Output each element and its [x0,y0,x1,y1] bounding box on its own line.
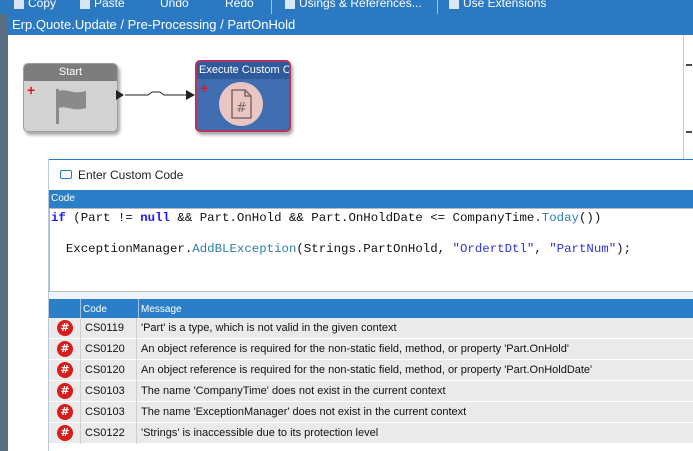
icon-column-header [49,299,80,318]
code-editor[interactable]: if (Part != null && Part.OnHold && Part.… [49,208,693,292]
error-icon: # [57,383,73,399]
error-message: The name 'CompanyTime' does not exist in… [141,385,446,397]
flow-connector [116,90,195,100]
error-icon: # [57,362,73,378]
top-toolbar: Copy Paste Undo Redo Usings & References… [0,0,693,14]
error-code: CS0103 [82,402,137,423]
extensions-icon [449,0,459,9]
start-node[interactable]: Start + [23,63,118,132]
paste-button[interactable]: Paste [80,0,125,10]
error-icon: # [57,341,73,357]
code-section-header: Code [49,190,693,208]
dialog-title: Enter Custom Code [78,168,184,182]
scroll-tick [686,131,692,133]
enter-custom-code-dialog: Enter Custom Code Code if (Part != null … [48,159,693,451]
error-code: CS0122 [82,423,137,444]
scroll-tick [686,64,692,66]
error-code: CS0120 [82,360,137,381]
error-message: 'Strings' is inaccessible due to its pro… [141,427,379,439]
code-line-1: if (Part != null && Part.OnHold && Part.… [51,211,602,225]
message-column-header[interactable]: Message [138,299,693,318]
error-grid-header: Code Message [49,299,693,318]
error-message: An object reference is required for the … [141,343,569,355]
right-scroll-panel[interactable] [683,35,693,159]
execute-custom-code-node[interactable]: Execute Custom Code + # [195,60,291,132]
undo-button[interactable]: Undo [160,0,189,10]
error-row[interactable]: # CS0103 The name 'CompanyTime' does not… [49,381,693,402]
left-edge-panel [0,0,8,451]
error-list-grid: Code Message # CS0119 'Part' is a type, … [49,299,693,451]
flag-icon [56,89,86,124]
error-code: CS0120 [82,339,137,360]
error-icon: # [57,404,73,420]
toolbar-separator [271,0,272,14]
error-row[interactable]: # CS0120 An object reference is required… [49,360,693,381]
code-column-header[interactable]: Code [80,299,138,318]
use-extensions-button[interactable]: Use Extensions [449,0,546,10]
start-node-label: Start [24,64,117,81]
svg-text:#: # [236,101,247,116]
expand-plus-icon[interactable]: + [200,81,208,95]
error-message: 'Part' is a type, which is not valid in … [141,322,397,334]
paste-icon [80,0,90,9]
error-icon: # [57,320,73,336]
error-row[interactable]: # CS0122 'Strings' is inaccessible due t… [49,423,693,444]
breadcrumb: Erp.Quote.Update / Pre-Processing / Part… [8,14,693,35]
usings-references-button[interactable]: Usings & References... [285,0,422,10]
error-code: CS0103 [82,381,137,402]
toolbar-separator [437,0,438,14]
workflow-canvas[interactable]: Start + Execute Custom Code + # [8,35,683,159]
references-icon [285,0,295,9]
code-line-2: ExceptionManager.AddBLException(Strings.… [51,242,632,256]
copy-button[interactable]: Copy [14,0,56,10]
custom-code-icon: # [219,82,263,126]
window-icon [60,170,72,179]
redo-button[interactable]: Redo [225,0,254,10]
error-row[interactable]: # CS0103 The name 'ExceptionManager' doe… [49,402,693,423]
dialog-title-bar[interactable]: Enter Custom Code [49,159,693,191]
expand-plus-icon[interactable]: + [27,83,35,97]
error-row[interactable]: # CS0120 An object reference is required… [49,339,693,360]
error-code: CS0119 [82,318,137,339]
copy-icon [14,0,24,9]
exec-node-label: Execute Custom Code [197,62,289,79]
error-row[interactable]: # CS0119 'Part' is a type, which is not … [49,318,693,339]
error-message: The name 'ExceptionManager' does not exi… [141,406,467,418]
error-message: An object reference is required for the … [141,364,593,376]
error-icon: # [57,425,73,441]
